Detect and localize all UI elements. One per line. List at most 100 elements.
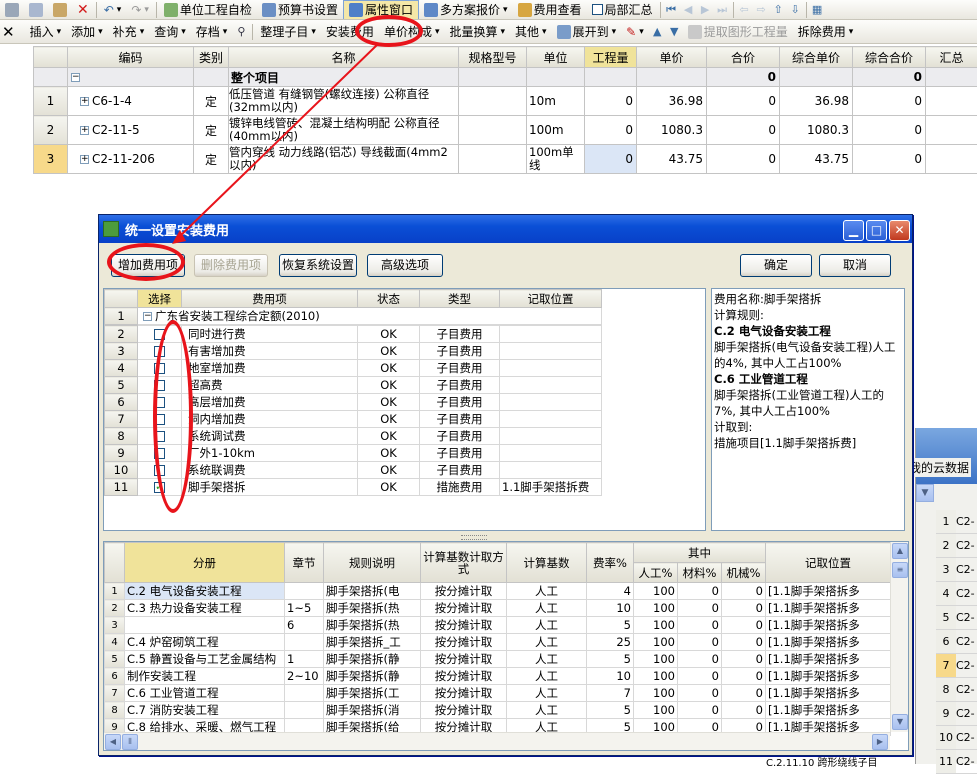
query-menu[interactable]: 查询 [149,22,191,42]
archive-menu[interactable]: 存档 [191,22,233,42]
unit-check-button[interactable]: 单位工程自检 [159,0,257,20]
scroll-up-icon[interactable]: ▲ [892,543,908,559]
col-material[interactable]: 材料% [678,563,722,583]
close-button[interactable]: ✕ [889,220,910,241]
expand-icon[interactable]: + [80,126,89,135]
arrow-down-icon[interactable]: ▼ [668,25,681,38]
scroll-right-icon[interactable]: ▶ [872,734,888,750]
col-fee-item[interactable]: 费用项 [182,290,358,308]
col-section[interactable]: 章节 [285,543,324,583]
redo-button[interactable]: ↷ [126,0,154,20]
scroll-down-icon[interactable]: ▼ [892,714,908,730]
paste-icon[interactable] [48,0,72,20]
expand-to-menu[interactable]: 展开到 [552,22,622,42]
up-icon[interactable]: ⇧ [772,3,785,16]
expand-icon[interactable]: + [80,97,89,106]
table-row[interactable]: 1 +C6-1-4 定 低压管道 有缝钢管(螺纹连接) 公称直径(32mm以内)… [34,87,977,116]
col-spec[interactable]: 规格型号 [459,47,527,68]
collapse-icon[interactable]: − [143,312,152,321]
ok-button[interactable]: 确定 [740,254,812,277]
first-icon[interactable]: ⏮ [665,3,678,16]
prev-icon[interactable]: ◀ [682,3,695,16]
vertical-scrollbar[interactable]: ▲ ≡ ▼ [890,542,908,732]
rule-row[interactable]: 4C.4 炉窑砌筑工程脚手架搭拆_工按分摊计取人工2510000[1.1脚手架搭… [105,634,891,651]
hscroll-thumb[interactable]: ⦀ [122,734,138,750]
fee-view-button[interactable]: 费用查看 [513,0,587,20]
budget-settings-button[interactable]: 预算书设置 [257,0,343,20]
table-row-project[interactable]: − 整个项目 0 0 [34,68,977,87]
col-machine[interactable]: 机械% [722,563,766,583]
dropdown-icon[interactable]: ▼ [916,484,934,502]
rule-row[interactable]: 7C.6 工业管道工程脚手架搭拆(工按分摊计取人工710000[1.1脚手架搭拆… [105,685,891,702]
delete-icon[interactable]: ✕ [72,0,94,20]
rule-row[interactable]: 6制作安装工程2~10脚手架搭拆(静按分摊计取人工1010000[1.1脚手架搭… [105,668,891,685]
close-icon[interactable]: ✕ [0,22,25,42]
maximize-button[interactable]: □ [866,220,887,241]
col-rule[interactable]: 规则说明 [324,543,421,583]
organize-items-menu[interactable]: 整理子目 [255,22,321,42]
insert-menu[interactable]: 插入 [25,22,67,42]
last-icon[interactable]: ⏭ [716,3,729,16]
col-base[interactable]: 计算基数 [507,543,587,583]
col-summary[interactable]: 汇总 [926,47,977,68]
expand-icon[interactable]: + [80,155,89,164]
next-icon[interactable]: ▶ [699,3,712,16]
col-unit[interactable]: 单位 [527,47,585,68]
arrow-up-icon[interactable]: ▲ [651,25,664,38]
multi-plan-button[interactable]: 多方案报价 [419,0,513,20]
delete-fee-button[interactable]: 删除费用项 [194,254,268,277]
restore-settings-button[interactable]: 恢复系统设置 [279,254,357,277]
binoculars-icon[interactable]: ⚲ [232,22,250,42]
extract-quantity-button[interactable]: 提取图形工程量 [683,22,793,42]
minimize-button[interactable]: ▁ [843,220,864,241]
cloud-data-label[interactable]: 我的云数据 [907,458,971,477]
col-type[interactable]: 类别 [194,47,229,68]
col-status[interactable]: 状态 [358,290,420,308]
col-name[interactable]: 名称 [229,47,459,68]
partial-summary-toggle[interactable]: 局部汇总 [587,0,658,20]
col-code[interactable]: 编码 [68,47,194,68]
rule-row[interactable]: 36脚手架搭拆(热按分摊计取人工510000[1.1脚手架搭拆多 [105,617,891,634]
splitter[interactable] [103,534,909,539]
col-labor[interactable]: 人工% [634,563,678,583]
scroll-left-icon[interactable]: ◀ [105,734,121,750]
col-method[interactable]: 计算基数计取方式 [421,543,507,583]
scissors-icon[interactable] [0,0,24,20]
cancel-button[interactable]: 取消 [819,254,891,277]
col-record-pos[interactable]: 记取位置 [766,543,891,583]
col-fee-type[interactable]: 类型 [420,290,500,308]
batch-convert-menu[interactable]: 批量换算 [444,22,510,42]
rule-row[interactable]: 2C.3 热力设备安装工程1~5脚手架搭拆(热按分摊计取人工1010000[1.… [105,600,891,617]
col-select[interactable]: 选择 [138,290,182,308]
back-icon[interactable]: ⇦ [738,3,751,16]
add-menu[interactable]: 添加 [66,22,108,42]
rule-row[interactable]: 8C.7 消防安装工程脚手架搭拆(消按分摊计取人工510000[1.1脚手架搭拆… [105,702,891,719]
col-price[interactable]: 单价 [637,47,707,68]
table-row[interactable]: 3 +C2-11-206 定 管内穿线 动力线路(铝芯) 导线截面(4mm2以内… [34,145,977,174]
demolition-fee-menu[interactable]: 拆除费用 [793,22,859,42]
col-qty[interactable]: 工程量 [585,47,637,68]
paint-icon[interactable]: ✎ [621,22,649,42]
copy-icon[interactable] [24,0,48,20]
col-position[interactable]: 记取位置 [500,290,602,308]
col-category[interactable]: 分册 [125,543,285,583]
table-row[interactable]: 2 +C2-11-5 定 镀锌电线管砖、混凝土结构明配 公称直径(40mm以内)… [34,116,977,145]
horizontal-scrollbar[interactable]: ◀ ⦀ ▶ [104,732,890,750]
down-icon[interactable]: ⇩ [789,3,802,16]
calculator-icon[interactable]: ▦ [811,3,824,16]
scroll-thumb[interactable]: ≡ [892,562,908,578]
rule-row[interactable]: 5C.5 静置设备与工艺金属结构1脚手架搭拆(静按分摊计取人工510000[1.… [105,651,891,668]
supplement-menu[interactable]: 补充 [108,22,150,42]
fee-group-row[interactable]: 1 −广东省安装工程综合定额(2010) [105,308,602,325]
col-rate[interactable]: 费率% [587,543,634,583]
forward-icon[interactable]: ⇨ [755,3,768,16]
collapse-icon[interactable]: − [71,73,80,82]
col-comp-price[interactable]: 综合单价 [780,47,853,68]
col-total[interactable]: 合价 [707,47,780,68]
other-menu[interactable]: 其他 [510,22,552,42]
rule-row[interactable]: 1C.2 电气设备安装工程脚手架搭拆(电按分摊计取人工410000[1.1脚手架… [105,583,891,600]
undo-button[interactable]: ↶ [99,0,127,20]
col-comp-total[interactable]: 综合合价 [853,47,926,68]
advanced-options-button[interactable]: 高级选项 [367,254,443,277]
app-icon [103,221,119,237]
